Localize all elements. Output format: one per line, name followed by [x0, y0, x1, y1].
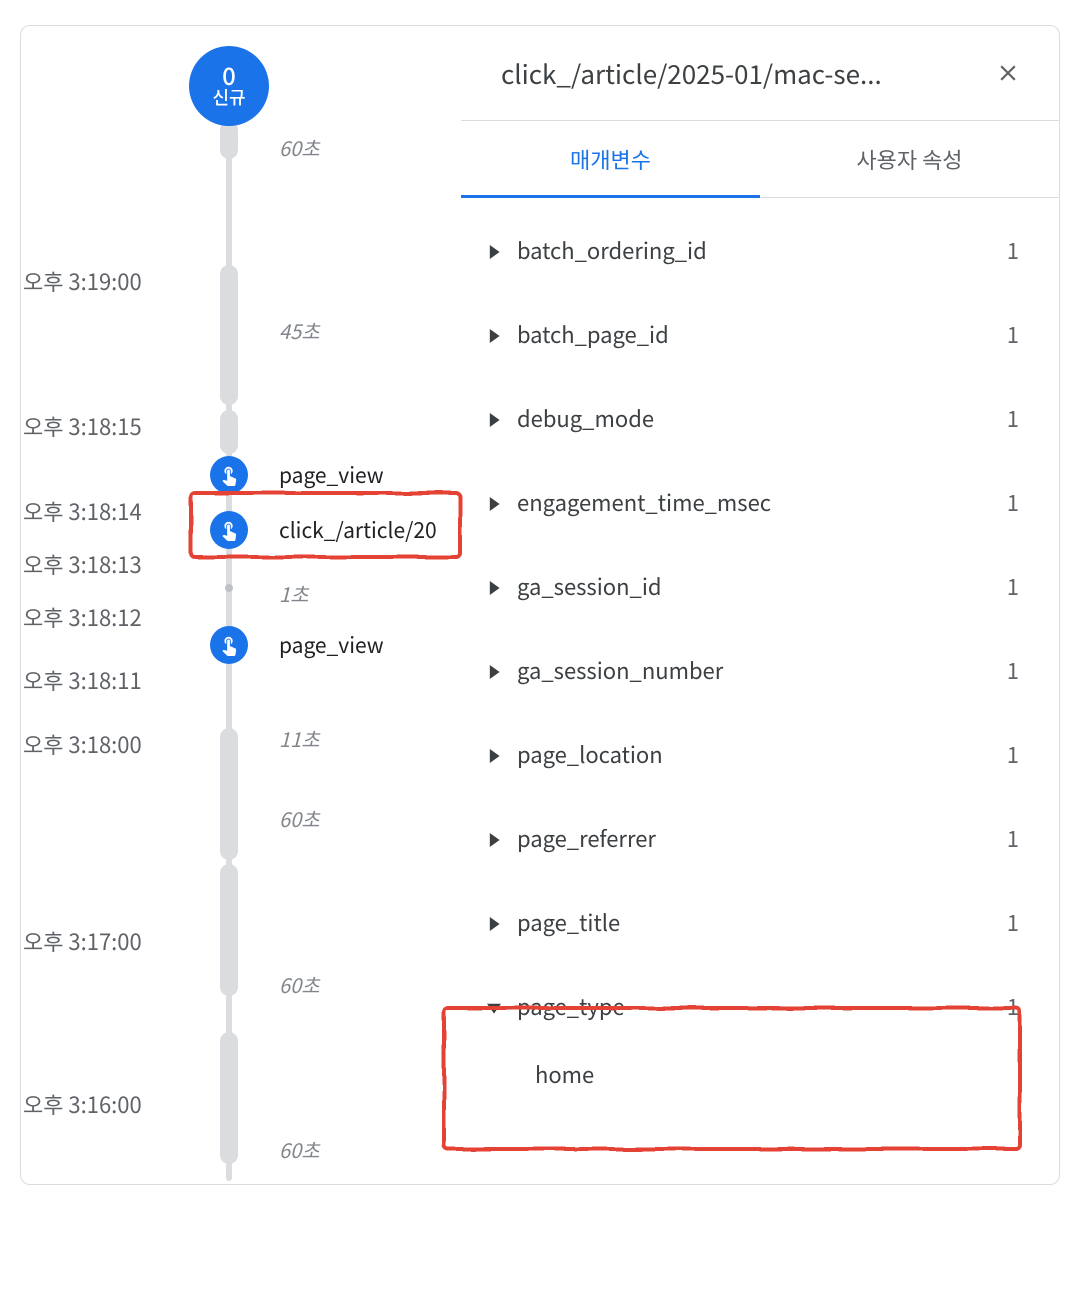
timeline-segment — [220, 121, 238, 159]
timeline: 0 신규 오후 3:19:00 오후 3:18:15 오후 3:18:14 오후 3:… — [21, 26, 461, 1184]
parameter-name: page_referrer — [517, 822, 1007, 854]
parameter-count: 1 — [1007, 318, 1019, 350]
triangle-right-icon — [487, 906, 505, 938]
parameter-name: engagement_time_msec — [517, 486, 1007, 518]
parameter-row[interactable]: batch_ordering_id1 — [461, 208, 1059, 292]
parameter-count: 1 — [1007, 654, 1019, 686]
parameter-row[interactable]: page_location1 — [461, 712, 1059, 796]
detail-title: click_/article/2025-01/mac-se... — [501, 55, 987, 92]
timeline-time-label: 오후 3:16:00 — [23, 1088, 193, 1120]
parameter-row[interactable]: page_title1 — [461, 880, 1059, 964]
triangle-right-icon — [487, 486, 505, 518]
parameter-name: page_location — [517, 738, 1007, 770]
timeline-time-label: 오후 3:18:12 — [23, 601, 193, 633]
timeline-event-label[interactable]: click_/article/20 — [279, 511, 437, 549]
close-button[interactable] — [987, 52, 1029, 94]
parameter-count: 1 — [1007, 822, 1019, 854]
timeline-event-label[interactable]: page_view — [279, 456, 384, 494]
parameter-row[interactable]: page_referrer1 — [461, 796, 1059, 880]
touch-icon[interactable] — [210, 456, 248, 494]
touch-icon[interactable] — [210, 626, 248, 664]
timeline-event-label[interactable]: page_view — [279, 626, 384, 664]
timeline-time-label: 오후 3:17:00 — [23, 925, 193, 957]
parameter-count: 1 — [1007, 906, 1019, 938]
detail-header: click_/article/2025-01/mac-se... — [461, 26, 1059, 121]
detail-tabs: 매개변수 사용자 속성 — [461, 121, 1059, 198]
timeline-dot — [225, 584, 233, 592]
badge-label: 신규 — [212, 87, 245, 109]
parameter-name: batch_page_id — [517, 318, 1007, 350]
triangle-right-icon — [487, 738, 505, 770]
timeline-duration-label: 60초 — [279, 970, 320, 999]
triangle-right-icon — [487, 654, 505, 686]
timeline-segment — [220, 410, 238, 454]
parameter-name: debug_mode — [517, 402, 1007, 434]
parameter-value: home — [461, 1048, 1059, 1110]
parameter-count: 1 — [1007, 402, 1019, 434]
triangle-right-icon — [487, 570, 505, 602]
timeline-duration-label: 60초 — [279, 1135, 320, 1164]
parameter-row[interactable]: debug_mode1 — [461, 376, 1059, 460]
parameter-count: 1 — [1007, 738, 1019, 770]
parameter-row[interactable]: page_type1 — [461, 964, 1059, 1048]
parameter-row[interactable]: engagement_time_msec1 — [461, 460, 1059, 544]
parameter-count: 1 — [1007, 570, 1019, 602]
timeline-duration-label: 45초 — [279, 316, 320, 345]
touch-icon[interactable] — [210, 511, 248, 549]
timeline-segment — [220, 265, 238, 405]
timeline-duration-label: 1초 — [279, 579, 309, 608]
parameter-name: ga_session_number — [517, 654, 1007, 686]
parameter-count: 1 — [1007, 486, 1019, 518]
triangle-right-icon — [487, 402, 505, 434]
timeline-time-label: 오후 3:18:00 — [23, 728, 193, 760]
timeline-segment — [220, 864, 238, 996]
parameter-count: 1 — [1007, 234, 1019, 266]
parameter-row[interactable]: ga_session_number1 — [461, 628, 1059, 712]
timeline-time-label: 오후 3:18:15 — [23, 410, 193, 442]
timeline-time-label: 오후 3:18:13 — [23, 548, 193, 580]
parameter-row[interactable]: ga_session_id1 — [461, 544, 1059, 628]
parameter-name: page_title — [517, 906, 1007, 938]
new-user-badge[interactable]: 0 신규 — [189, 46, 269, 126]
close-icon — [995, 60, 1021, 86]
timeline-time-label: 오후 3:18:11 — [23, 664, 193, 696]
timeline-duration-label: 11초 — [279, 724, 320, 753]
triangle-right-icon — [487, 234, 505, 266]
event-detail-panel: click_/article/2025-01/mac-se... 매개변수 사용… — [461, 26, 1059, 1184]
tab-parameters[interactable]: 매개변수 — [461, 121, 760, 197]
timeline-time-label: 오후 3:19:00 — [23, 265, 193, 297]
timeline-duration-label: 60초 — [279, 804, 320, 833]
timeline-segment — [220, 728, 238, 860]
triangle-right-icon — [487, 318, 505, 350]
tab-user-properties[interactable]: 사용자 속성 — [760, 121, 1059, 197]
parameter-name: batch_ordering_id — [517, 234, 1007, 266]
parameter-list: batch_ordering_id1batch_page_id1debug_mo… — [461, 198, 1059, 1184]
triangle-right-icon — [487, 822, 505, 854]
parameter-name: page_type — [517, 990, 1007, 1022]
timeline-duration-label: 60초 — [279, 133, 320, 162]
timeline-time-label: 오후 3:18:14 — [23, 495, 193, 527]
triangle-down-icon — [487, 990, 505, 1022]
parameter-name: ga_session_id — [517, 570, 1007, 602]
timeline-segment — [220, 1032, 238, 1164]
parameter-count: 1 — [1007, 990, 1019, 1022]
parameter-row[interactable]: batch_page_id1 — [461, 292, 1059, 376]
